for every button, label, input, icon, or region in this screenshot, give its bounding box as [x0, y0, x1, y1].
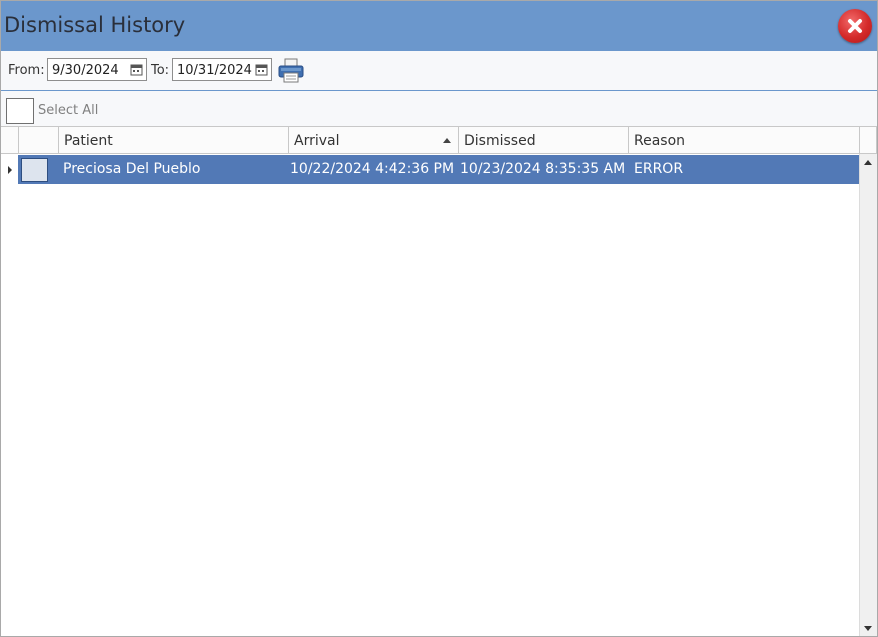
to-label: To:: [151, 63, 170, 78]
window-title: Dismissal History: [4, 13, 186, 37]
close-icon: [848, 19, 862, 33]
cell-patient: Preciosa Del Pueblo: [63, 161, 201, 177]
cell-reason: ERROR: [634, 161, 684, 177]
title-bar: Dismissal History: [1, 1, 877, 51]
column-header-select[interactable]: [19, 127, 59, 154]
calendar-icon[interactable]: [255, 63, 268, 76]
cell-arrival: 10/22/2024 4:42:36 PM: [290, 161, 455, 177]
cell-dismissed: 10/23/2024 8:35:35 AM: [460, 161, 626, 177]
row-header-corner: [1, 127, 19, 154]
select-all-bar: Select All: [1, 91, 877, 126]
column-header-label: Arrival: [294, 133, 340, 149]
dismissal-history-window: Dismissal History From: 9/30/2024 To: 10…: [0, 0, 878, 637]
dismissal-grid: Patient Arrival Dismissed Reason Precios…: [1, 126, 877, 636]
calendar-icon[interactable]: [130, 63, 143, 76]
column-header-dismissed[interactable]: Dismissed: [459, 127, 629, 154]
column-header-filler: [860, 127, 877, 154]
column-header-patient[interactable]: Patient: [59, 127, 289, 154]
table-row[interactable]: Preciosa Del Pueblo 10/22/2024 4:42:36 P…: [18, 155, 859, 184]
to-date-value[interactable]: 10/31/2024: [177, 63, 252, 78]
current-row-indicator-icon: [8, 166, 12, 174]
column-header-label: Patient: [64, 133, 113, 149]
printer-icon: [278, 58, 304, 83]
select-all-label[interactable]: Select All: [38, 103, 98, 118]
to-date-picker[interactable]: 10/31/2024: [172, 58, 272, 81]
scroll-down-icon[interactable]: [864, 626, 872, 631]
column-header-label: Reason: [634, 133, 686, 149]
select-all-checkbox[interactable]: [6, 98, 34, 124]
scroll-up-icon[interactable]: [864, 160, 872, 165]
column-header-label: Dismissed: [464, 133, 536, 149]
column-header-reason[interactable]: Reason: [629, 127, 860, 154]
column-header-arrival[interactable]: Arrival: [289, 127, 459, 154]
print-button[interactable]: [277, 58, 305, 84]
row-select-checkbox[interactable]: [21, 158, 48, 182]
vertical-scrollbar[interactable]: [859, 154, 877, 636]
sort-ascending-icon: [443, 138, 451, 143]
from-date-picker[interactable]: 9/30/2024: [47, 58, 147, 81]
date-filter-bar: From: 9/30/2024 To: 10/31/2024: [1, 51, 877, 91]
from-label: From:: [8, 63, 45, 78]
from-date-value[interactable]: 9/30/2024: [52, 63, 119, 78]
close-button[interactable]: [838, 9, 872, 43]
